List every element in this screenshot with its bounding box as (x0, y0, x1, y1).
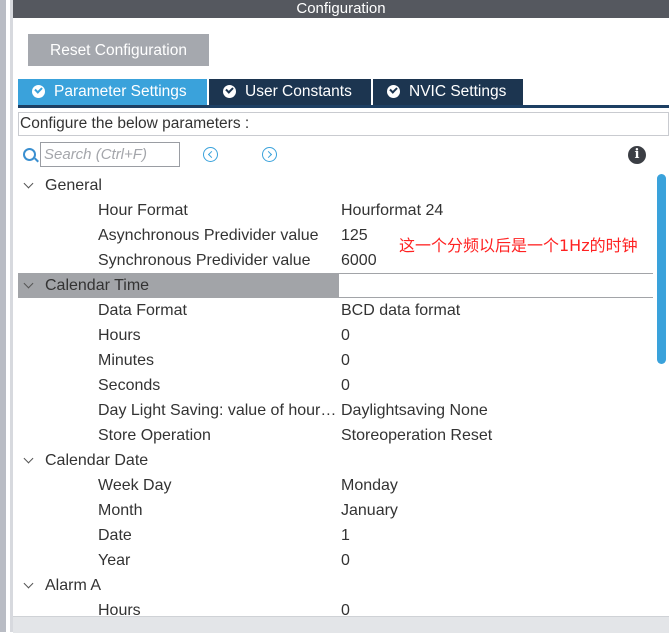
param-value[interactable]: Daylightsaving None (341, 398, 488, 423)
param-name: Store Operation (98, 427, 211, 444)
param-row[interactable]: Hours 0 (18, 598, 653, 616)
param-value[interactable]: 0 (341, 348, 350, 373)
param-row[interactable]: Seconds 0 (18, 373, 653, 398)
chevron-down-icon[interactable] (23, 453, 34, 464)
group-calendar-time[interactable]: Calendar Time (18, 273, 653, 298)
search-toolbar: i (18, 142, 669, 170)
param-row[interactable]: Date 1 (18, 523, 653, 548)
param-row[interactable]: Year 0 (18, 548, 653, 573)
group-label: Calendar Time (45, 277, 150, 294)
param-value[interactable]: January (341, 498, 398, 523)
tab-label: User Constants (245, 83, 352, 100)
param-value[interactable]: Storeoperation Reset (341, 423, 492, 448)
param-name: Date (98, 527, 132, 544)
tab-user-constants[interactable]: User Constants (209, 79, 371, 105)
group-calendar-date[interactable]: Calendar Date (18, 448, 653, 473)
param-row[interactable]: Data Format BCD data format (18, 298, 653, 323)
bottom-bar (13, 616, 669, 633)
group-alarm-a[interactable]: Alarm A (18, 573, 653, 598)
param-value[interactable]: 0 (341, 548, 350, 573)
param-name: Synchronous Predivider value (98, 252, 311, 269)
param-row[interactable]: Store Operation Storeoperation Reset (18, 423, 653, 448)
tab-bar: Parameter Settings User Constants NVIC S… (18, 79, 669, 108)
param-row[interactable]: Hours 0 (18, 323, 653, 348)
tab-nvic-settings[interactable]: NVIC Settings (373, 79, 523, 105)
param-value[interactable]: 125 (341, 223, 368, 248)
param-name: Data Format (98, 302, 187, 319)
param-name: Day Light Saving: value of hour… (98, 402, 337, 419)
param-value[interactable]: 0 (341, 373, 350, 398)
param-value[interactable]: 6000 (341, 248, 377, 273)
param-name: Year (98, 552, 131, 569)
param-row[interactable]: Hour Format Hourformat 24 (18, 198, 653, 223)
param-value[interactable]: Hourformat 24 (341, 198, 443, 223)
scrollbar-thumb[interactable] (657, 174, 666, 364)
group-label: Calendar Date (45, 452, 149, 469)
param-name: Hour Format (98, 202, 188, 219)
configure-description: Configure the below parameters : (18, 112, 669, 136)
selected-value-cell (339, 274, 653, 297)
check-circle-icon (387, 85, 400, 98)
tab-label: Parameter Settings (54, 83, 187, 100)
check-circle-icon (32, 85, 45, 98)
tab-label: NVIC Settings (409, 83, 507, 100)
param-name: Seconds (98, 377, 161, 394)
group-general[interactable]: General (18, 173, 653, 198)
chevron-down-icon[interactable] (23, 278, 34, 289)
panel-divider[interactable] (10, 0, 13, 632)
info-icon[interactable]: i (628, 146, 646, 164)
param-value[interactable]: 0 (341, 598, 350, 616)
param-row[interactable]: Day Light Saving: value of hour… Dayligh… (18, 398, 653, 423)
param-row[interactable]: Month January (18, 498, 653, 523)
param-name: Week Day (98, 477, 172, 494)
param-name: Month (98, 502, 143, 519)
chevron-down-icon[interactable] (23, 178, 34, 189)
param-value[interactable]: 1 (341, 523, 350, 548)
param-value[interactable]: Monday (341, 473, 398, 498)
window-title: Configuration (13, 0, 669, 18)
search-icon[interactable] (23, 148, 36, 161)
param-name: Hours (98, 602, 141, 616)
check-circle-icon (223, 85, 236, 98)
tab-parameter-settings[interactable]: Parameter Settings (18, 79, 207, 105)
chevron-down-icon[interactable] (23, 578, 34, 589)
group-label: Alarm A (45, 577, 102, 594)
next-match-icon[interactable] (262, 147, 277, 162)
param-value[interactable]: BCD data format (341, 298, 460, 323)
previous-match-icon[interactable] (203, 147, 218, 162)
param-row[interactable]: Week Day Monday (18, 473, 653, 498)
search-input[interactable] (40, 142, 180, 167)
param-row[interactable]: Minutes 0 (18, 348, 653, 373)
param-name: Asynchronous Predivider value (98, 227, 319, 244)
reset-configuration-button[interactable]: Reset Configuration (28, 34, 209, 66)
left-panel-edge (0, 0, 6, 632)
param-name: Hours (98, 327, 141, 344)
group-label: General (45, 177, 102, 194)
annotation-note: 这一个分频以后是一个1Hz的时钟 (399, 236, 638, 255)
param-name: Minutes (98, 352, 155, 369)
param-value[interactable]: 0 (341, 323, 350, 348)
